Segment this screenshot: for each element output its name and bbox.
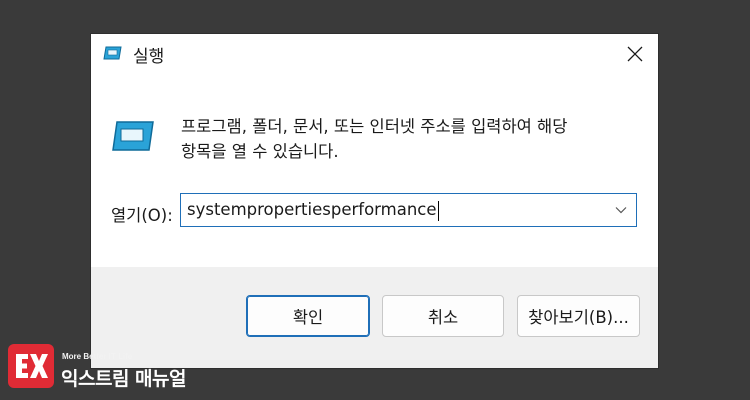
- open-input[interactable]: systempropertiesperformance: [187, 194, 439, 226]
- open-combobox[interactable]: systempropertiesperformance: [180, 193, 637, 227]
- watermark-logo: [8, 344, 54, 388]
- run-icon: [103, 46, 122, 60]
- cancel-button[interactable]: 취소: [382, 295, 504, 337]
- browse-button[interactable]: 찾아보기(B)...: [517, 295, 640, 337]
- ok-button[interactable]: 확인: [246, 295, 370, 337]
- watermark-name: 익스트림 매뉴얼: [61, 368, 186, 390]
- run-large-icon: [112, 121, 154, 151]
- close-icon: [627, 46, 643, 62]
- run-dialog: 실행 프로그램, 폴더, 문서, 또는 인터넷 주소를 입력하여 해당 항목을 …: [91, 34, 658, 368]
- site-watermark: More Better IT Life 익스트림 매뉴얼: [8, 342, 208, 392]
- description-line-1: 프로그램, 폴더, 문서, 또는 인터넷 주소를 입력하여 해당: [181, 117, 568, 136]
- description-line-2: 항목을 열 수 있습니다.: [181, 142, 339, 161]
- ex-logo-icon: [16, 354, 48, 378]
- window-title: 실행: [133, 47, 165, 67]
- watermark-tagline: More Better IT Life: [62, 352, 133, 361]
- text-caret: [437, 200, 439, 221]
- dropdown-button[interactable]: [606, 194, 636, 226]
- open-input-value: systempropertiesperformance: [187, 200, 437, 219]
- chevron-down-icon: [615, 207, 627, 214]
- open-label: 열기(O):: [111, 206, 173, 225]
- title-bar[interactable]: 실행: [91, 34, 658, 74]
- close-button[interactable]: [612, 34, 658, 74]
- description-text: 프로그램, 폴더, 문서, 또는 인터넷 주소를 입력하여 해당 항목을 열 수…: [181, 114, 641, 164]
